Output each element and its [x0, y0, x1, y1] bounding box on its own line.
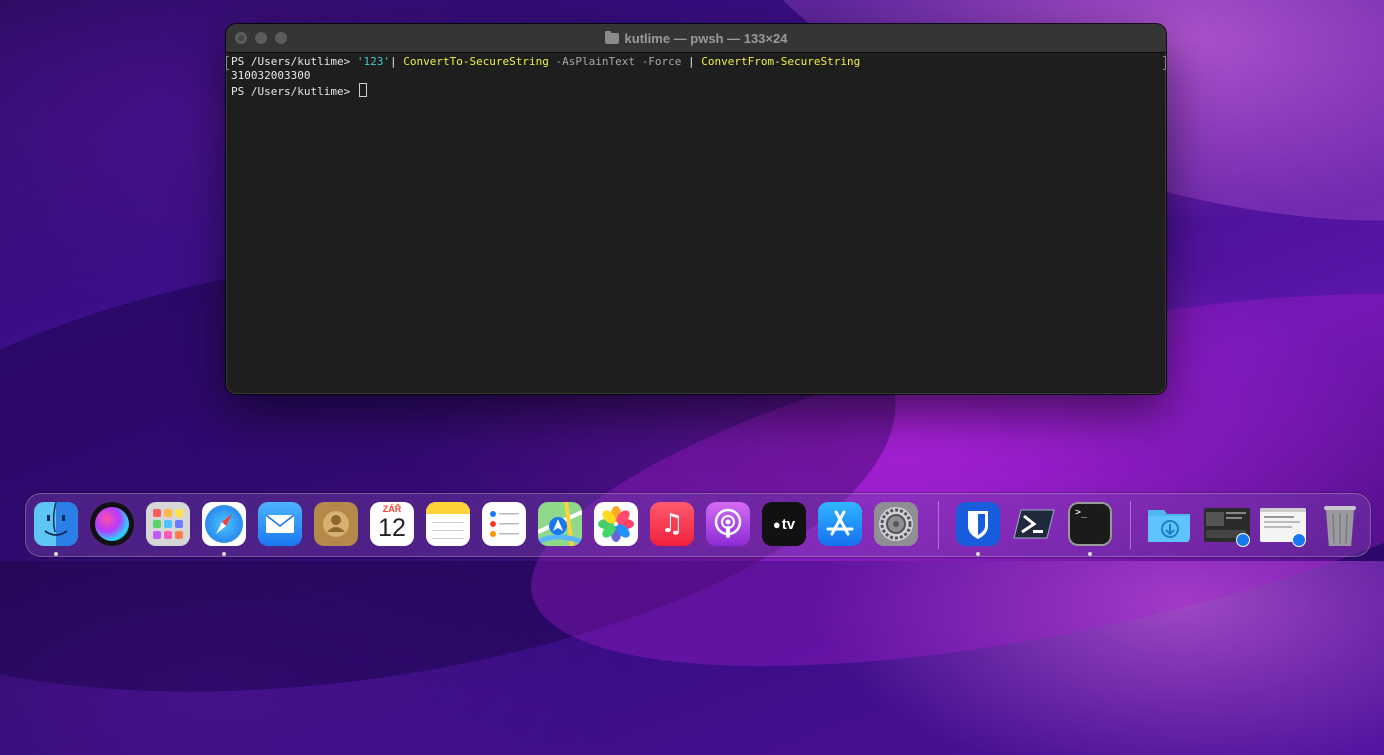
dock: ZÁŘ 12 ♫ ● tv >_ — [25, 493, 1371, 557]
tv-label: tv — [781, 515, 796, 533]
command-output: 310032003300 — [231, 69, 311, 82]
running-indicator — [1088, 552, 1092, 556]
string-argument: '123' — [356, 55, 390, 68]
pipe-operator: | — [389, 55, 404, 68]
running-indicator — [54, 552, 58, 556]
pipe-operator: | — [681, 55, 702, 68]
trash-icon[interactable] — [1318, 502, 1362, 546]
window-title: kutlime — pwsh — 133×24 — [624, 30, 788, 46]
safari-icon[interactable] — [202, 502, 246, 546]
running-indicator — [976, 552, 980, 556]
calendar-icon[interactable]: ZÁŘ 12 — [370, 502, 414, 546]
bitwarden-icon[interactable] — [956, 502, 1000, 546]
launchpad-icon[interactable] — [146, 502, 190, 546]
siri-icon[interactable] — [90, 502, 134, 546]
apple-tv-icon[interactable]: ● tv — [762, 502, 806, 546]
safari-badge-icon — [1236, 533, 1250, 547]
command-line: PS /Users/kutlime> '123'| ConvertTo-Secu… — [231, 55, 1161, 69]
terminal-icon[interactable]: >_ — [1068, 502, 1112, 546]
cmdlet-convertfrom: ConvertFrom-SecureString — [701, 55, 861, 68]
finder-icon[interactable] — [34, 502, 78, 546]
running-indicator — [222, 552, 226, 556]
reminders-icon[interactable] — [482, 502, 526, 546]
calendar-day: 12 — [378, 514, 406, 542]
contacts-icon[interactable] — [314, 502, 358, 546]
window-title-group: kutlime — pwsh — 133×24 — [604, 30, 788, 46]
safari-badge-icon — [1292, 533, 1306, 547]
dock-separator — [1130, 501, 1131, 549]
selection-bracket-left — [226, 56, 229, 70]
folder-icon — [604, 30, 619, 44]
powershell-icon[interactable] — [1012, 502, 1056, 546]
terminal-window[interactable]: kutlime — pwsh — 133×24 PS /Users/kutlim… — [226, 24, 1166, 394]
podcasts-icon[interactable] — [706, 502, 750, 546]
current-prompt-line[interactable]: PS /Users/kutlime> — [231, 83, 1161, 98]
prompt: PS /Users/kutlime> — [231, 85, 357, 98]
app-store-icon[interactable] — [818, 502, 862, 546]
close-button[interactable] — [235, 32, 247, 44]
photos-icon[interactable] — [594, 502, 638, 546]
zoom-button[interactable] — [275, 32, 287, 44]
minimize-button[interactable] — [255, 32, 267, 44]
mail-icon[interactable] — [258, 502, 302, 546]
system-preferences-icon[interactable] — [874, 502, 918, 546]
notes-icon[interactable] — [426, 502, 470, 546]
maps-icon[interactable] — [538, 502, 582, 546]
cmdlet-convertto: ConvertTo-SecureString — [403, 55, 549, 68]
traffic-lights — [235, 32, 287, 44]
selection-bracket-right — [1163, 56, 1166, 70]
terminal-content[interactable]: PS /Users/kutlime> '123'| ConvertTo-Secu… — [226, 53, 1166, 99]
downloads-folder-icon[interactable] — [1146, 502, 1190, 546]
prompt: PS /Users/kutlime> — [231, 55, 357, 68]
dock-separator — [938, 501, 939, 549]
calendar-month: ZÁŘ — [382, 504, 402, 514]
text-cursor — [358, 83, 367, 97]
music-icon[interactable]: ♫ — [650, 502, 694, 546]
window-titlebar[interactable]: kutlime — pwsh — 133×24 — [226, 24, 1166, 53]
cmdlet-parameters: -AsPlainText -Force — [548, 55, 682, 68]
